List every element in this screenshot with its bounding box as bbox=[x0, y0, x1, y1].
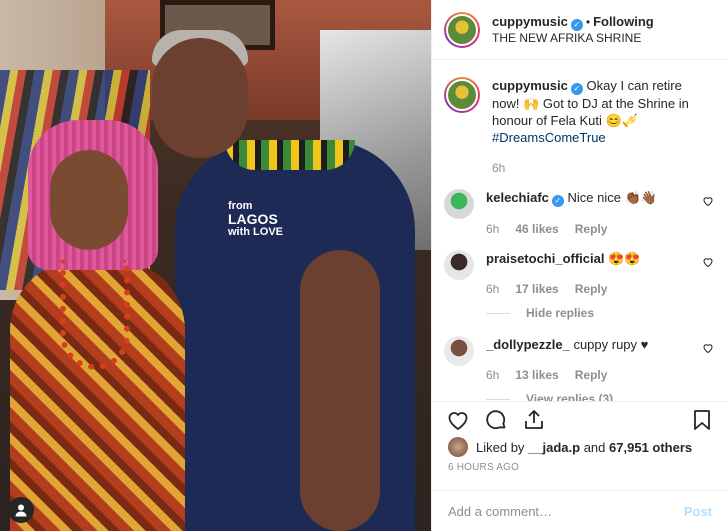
header-info: cuppymusic ✓ • Following THE NEW AFRIKA SHR… bbox=[492, 14, 654, 46]
comment-time[interactable]: 6h bbox=[486, 281, 499, 298]
share-icon[interactable] bbox=[522, 408, 546, 432]
comment-meta: 6h 13 likes Reply bbox=[486, 367, 694, 384]
heart-icon[interactable] bbox=[702, 342, 714, 354]
reply-button[interactable]: Reply bbox=[575, 367, 608, 384]
replies-label: Hide replies bbox=[526, 306, 595, 320]
comment-text: cuppy rupy ♥ bbox=[573, 337, 649, 352]
hashtag-link[interactable]: #DreamsComeTrue bbox=[492, 130, 606, 145]
action-bar bbox=[432, 401, 728, 437]
replies-label: View replies (3) bbox=[526, 392, 614, 401]
avatar[interactable] bbox=[444, 11, 480, 48]
caption-username[interactable]: cuppymusic bbox=[492, 78, 568, 93]
avatar[interactable] bbox=[444, 189, 474, 219]
comment-meta: 6h 17 likes Reply bbox=[486, 281, 694, 298]
post-button[interactable]: Post bbox=[684, 504, 712, 519]
post-header: cuppymusic ✓ • Following THE NEW AFRIKA SHR… bbox=[432, 0, 728, 60]
liker-username[interactable]: __jada.p bbox=[528, 440, 580, 455]
liker-avatar[interactable] bbox=[448, 437, 468, 457]
avatar[interactable] bbox=[444, 336, 474, 366]
shirt-print-line: with LOVE bbox=[228, 226, 283, 238]
comment-item: _dollypezzle_ cuppy rupy ♥ 6h 13 likes R… bbox=[444, 336, 716, 384]
heart-icon[interactable] bbox=[446, 408, 470, 432]
photo-woman-head bbox=[50, 150, 128, 250]
reply-button[interactable]: Reply bbox=[575, 221, 608, 238]
bookmark-icon[interactable] bbox=[690, 408, 714, 432]
caption-meta: 6h bbox=[492, 160, 694, 177]
shirt-print: from LAGOS with LOVE bbox=[228, 200, 308, 300]
post-timestamp[interactable]: 6 HOURS AGO bbox=[448, 462, 519, 473]
user-tag-icon[interactable] bbox=[8, 497, 34, 523]
likes-summary: Liked by __jada.p and 67,951 others bbox=[448, 437, 728, 457]
verified-badge-icon: ✓ bbox=[570, 18, 583, 31]
comment-username[interactable]: kelechiafc bbox=[486, 190, 549, 205]
header-username[interactable]: cuppymusic bbox=[492, 14, 568, 29]
caption-text-block: cuppymusic ✓ Okay I can retire now! 🙌 Got… bbox=[492, 77, 716, 177]
replies-divider bbox=[486, 398, 510, 400]
avatar[interactable] bbox=[444, 250, 474, 280]
shirt-print-line: LAGOS bbox=[228, 211, 278, 227]
separator-dot: • bbox=[585, 14, 591, 29]
photo-man-head bbox=[152, 38, 248, 158]
comment-username[interactable]: praisetochi_official bbox=[486, 251, 604, 266]
caption-time[interactable]: 6h bbox=[492, 160, 505, 177]
replies-divider bbox=[486, 312, 510, 314]
comment-text: 😍😍 bbox=[608, 251, 641, 266]
comment-likes[interactable]: 17 likes bbox=[515, 281, 558, 298]
view-replies-button[interactable]: View replies (3) bbox=[486, 392, 716, 401]
comment-item: kelechiafc ✓ Nice nice 👏🏾👋🏾 6h 46 likes R… bbox=[444, 189, 716, 238]
likes-prefix: Liked by bbox=[476, 439, 525, 455]
photo-beads bbox=[60, 260, 130, 370]
comment-text-block: kelechiafc ✓ Nice nice 👏🏾👋🏾 6h 46 likes R… bbox=[486, 189, 716, 238]
post-photo[interactable]: from LAGOS with LOVE bbox=[0, 0, 431, 531]
comment-icon[interactable] bbox=[484, 408, 508, 432]
comment-input[interactable] bbox=[448, 503, 684, 519]
comment-likes[interactable]: 13 likes bbox=[515, 367, 558, 384]
avatar[interactable] bbox=[444, 77, 480, 113]
caption: cuppymusic ✓ Okay I can retire now! 🙌 Got… bbox=[444, 77, 716, 177]
comment-text: Nice nice 👏🏾👋🏾 bbox=[567, 190, 657, 205]
verified-badge-icon: ✓ bbox=[570, 83, 583, 95]
comment-text-block: _dollypezzle_ cuppy rupy ♥ 6h 13 likes R… bbox=[486, 336, 716, 384]
comment-meta: 6h 46 likes Reply bbox=[486, 221, 694, 238]
heart-icon[interactable] bbox=[702, 256, 714, 268]
comment-username[interactable]: _dollypezzle_ bbox=[486, 337, 570, 352]
reply-button[interactable]: Reply bbox=[575, 281, 608, 298]
add-comment-bar: Post bbox=[432, 490, 728, 531]
comment-text-block: praisetochi_official 😍😍 6h 17 likes Repl… bbox=[486, 250, 716, 298]
heart-icon[interactable] bbox=[702, 195, 714, 207]
photo-collar bbox=[225, 140, 355, 170]
likes-middle: and bbox=[583, 439, 606, 455]
comment-likes[interactable]: 46 likes bbox=[515, 221, 558, 238]
following-button[interactable]: Following bbox=[593, 14, 654, 29]
hide-replies-button[interactable]: Hide replies bbox=[486, 306, 716, 320]
verified-badge-icon: ✓ bbox=[551, 195, 564, 207]
comment-time[interactable]: 6h bbox=[486, 367, 499, 384]
comment-item: praisetochi_official 😍😍 6h 17 likes Repl… bbox=[444, 250, 716, 298]
comments-list[interactable]: cuppymusic ✓ Okay I can retire now! 🙌 Got… bbox=[432, 61, 728, 401]
photo-man-arm bbox=[300, 250, 380, 531]
comment-time[interactable]: 6h bbox=[486, 221, 499, 238]
location-link[interactable]: THE NEW AFRIKA SHRINE bbox=[492, 31, 654, 46]
post-panel: cuppymusic ✓ • Following THE NEW AFRIKA SHR… bbox=[431, 0, 728, 531]
likes-count[interactable]: 67,951 others bbox=[609, 440, 692, 455]
